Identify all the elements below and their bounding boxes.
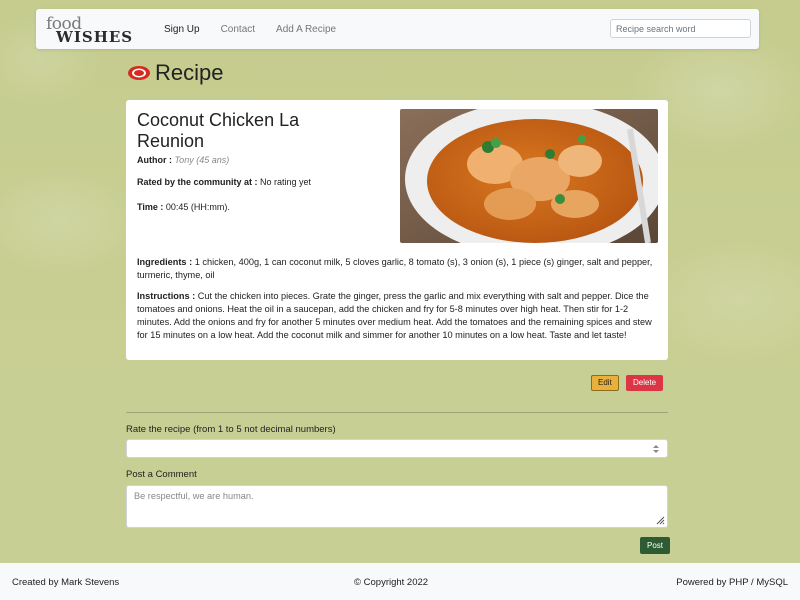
recipe-rating: Rated by the community at : No rating ye… [137, 177, 311, 187]
logo[interactable]: food WISHES [46, 14, 141, 46]
page-title: Recipe [155, 60, 224, 85]
rating-value: No rating yet [260, 177, 312, 187]
nav-add-recipe[interactable]: Add A Recipe [276, 24, 336, 35]
comment-form-label: Post a Comment [126, 469, 197, 480]
instructions-value: Cut the chicken into pieces. Grate the g… [137, 291, 652, 340]
footer-copyright: © Copyright 2022 [354, 577, 429, 588]
rating-number-input[interactable] [126, 439, 668, 458]
nav-contact[interactable]: Contact [221, 24, 255, 35]
recipe-card: Coconut Chicken La Reunion Author : Tony… [126, 100, 668, 360]
spinner-arrows-icon[interactable] [652, 444, 660, 454]
recipe-ingredients: Ingredients : 1 chicken, 400g, 1 can coc… [137, 256, 657, 282]
nav-sign-up[interactable]: Sign Up [164, 24, 200, 35]
nav-links: Sign Up Contact Add A Recipe [164, 24, 357, 35]
footer-powered-by: Powered by PHP / MySQL [676, 577, 788, 588]
plate-icon [128, 66, 150, 80]
page-heading: Recipe [127, 60, 223, 86]
comment-placeholder: Be respectful, we are human. [134, 491, 254, 501]
comment-textarea[interactable]: Be respectful, we are human. [126, 485, 668, 528]
delete-button[interactable]: Delete [626, 375, 664, 391]
time-label: Time : [137, 202, 164, 212]
footer: Created by Mark Stevens © Copyright 2022… [0, 563, 800, 600]
edit-button[interactable]: Edit [591, 375, 619, 391]
author-label: Author : [137, 155, 172, 165]
footer-credit: Created by Mark Stevens [12, 577, 120, 588]
rating-label: Rated by the community at : [137, 177, 258, 187]
recipe-instructions: Instructions : Cut the chicken into piec… [137, 290, 657, 342]
rating-form-label: Rate the recipe (from 1 to 5 not decimal… [126, 424, 336, 435]
divider [126, 412, 668, 413]
ingredients-label: Ingredients : [137, 257, 193, 267]
time-value: 00:45 (HH:mm). [165, 202, 230, 212]
resize-handle-icon[interactable] [656, 516, 665, 525]
author-value: Tony (45 ans) [174, 155, 230, 165]
recipe-image [400, 109, 658, 243]
search-input[interactable] [610, 19, 751, 38]
post-button[interactable]: Post [640, 537, 671, 554]
recipe-title: Coconut Chicken La Reunion [137, 110, 300, 151]
ingredients-value: 1 chicken, 400g, 1 can coconut milk, 5 c… [137, 257, 653, 280]
logo-bottom-text: WISHES [56, 28, 134, 46]
recipe-author: Author : Tony (45 ans) [137, 155, 229, 165]
navbar: food WISHES Sign Up Contact Add A Recipe [36, 9, 759, 49]
instructions-label: Instructions : [137, 291, 196, 301]
recipe-time: Time : 00:45 (HH:mm). [137, 202, 230, 212]
